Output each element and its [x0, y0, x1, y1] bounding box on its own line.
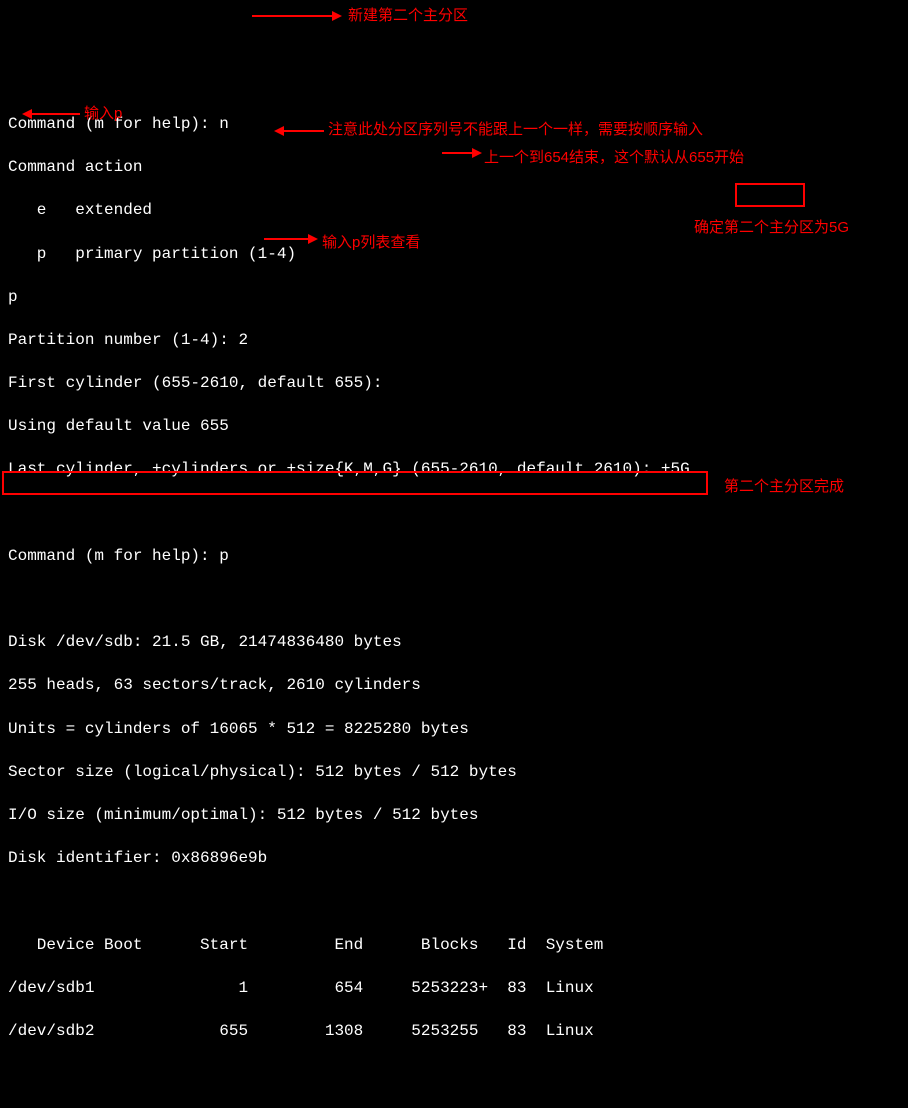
annot-confirm-5g: 确定第二个主分区为5G [694, 218, 849, 238]
partnum-prompt: Partition number (1-4): [8, 331, 238, 349]
annot-input-p: 输入p [84, 104, 122, 124]
arrow-right-1-icon [252, 9, 342, 23]
annot-partnum-note: 注意此处分区序列号不能跟上一个一样，需要按顺序输入 [328, 120, 703, 140]
cmd2-prompt: Command (m for help): [8, 547, 219, 565]
blank-2 [8, 589, 900, 611]
cmd-action-p: p primary partition (1-4) [8, 244, 900, 266]
table-header: Device Boot Start End Blocks Id System [8, 935, 900, 957]
table-row-2: /dev/sdb2 655 1308 5253255 83 Linux [8, 1021, 900, 1043]
last-cyl-value[interactable]: +5G [661, 460, 690, 478]
table-row-1: /dev/sdb1 1 654 5253223+ 83 Linux [8, 978, 900, 1000]
cmd1-input[interactable]: n [219, 115, 229, 133]
using-default-line: Using default value 655 [8, 416, 900, 438]
sector-line: Sector size (logical/physical): 512 byte… [8, 762, 900, 784]
blank-1 [8, 503, 900, 525]
cmd2-line: Command (m for help): p [8, 546, 900, 568]
p-input-line[interactable]: p [8, 287, 900, 309]
cmd2-input[interactable]: p [219, 547, 229, 565]
disk-id-line: Disk identifier: 0x86896e9b [8, 848, 900, 870]
annot-new-second: 新建第二个主分区 [348, 6, 468, 26]
cmd-action-header: Command action [8, 157, 900, 179]
cmd3-line: Command (m for help): [8, 1107, 900, 1108]
partnum-value[interactable]: 2 [238, 331, 248, 349]
annot-second-done: 第二个主分区完成 [724, 477, 844, 497]
last-cyl-prompt: Last cylinder, +cylinders or +size{K,M,G… [8, 460, 661, 478]
disk-line: Disk /dev/sdb: 21.5 GB, 21474836480 byte… [8, 632, 900, 654]
annot-input-p-list: 输入p列表查看 [322, 233, 420, 253]
blank-3 [8, 891, 900, 913]
annot-first-cyl-note: 上一个到654结束，这个默认从655开始 [484, 148, 744, 168]
heads-line: 255 heads, 63 sectors/track, 2610 cylind… [8, 675, 900, 697]
io-line: I/O size (minimum/optimal): 512 bytes / … [8, 805, 900, 827]
blank-4 [8, 1064, 900, 1086]
first-cyl-line: First cylinder (655-2610, default 655): [8, 373, 900, 395]
partnum-line: Partition number (1-4): 2 [8, 330, 900, 352]
units-line: Units = cylinders of 16065 * 512 = 82252… [8, 719, 900, 741]
